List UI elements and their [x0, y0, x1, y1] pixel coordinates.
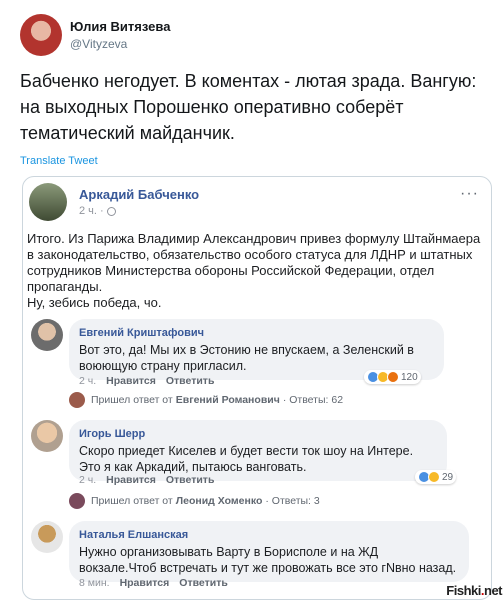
reactions-badge[interactable]: 120 — [364, 370, 421, 384]
comment-actions: 8 мин. Нравится Ответить — [79, 577, 228, 589]
translate-tweet-link[interactable]: Translate Tweet — [20, 155, 98, 167]
reply-button[interactable]: Ответить — [166, 375, 215, 387]
reply-count: · Ответы: 3 — [265, 495, 320, 507]
comment-actions: 2 ч. Нравится Ответить — [79, 474, 214, 486]
tweet-text: Бабченко негодует. В коментах - лютая зр… — [20, 71, 477, 143]
reactions-badge[interactable]: 29 — [415, 470, 457, 484]
fb-author-name[interactable]: Аркадий Бабченко — [79, 187, 199, 202]
fb-post-time-row: 2 ч. · — [79, 205, 199, 217]
comment-text: Нужно организовывать Варту в Борисполе и… — [79, 545, 457, 575]
haha-reaction-icon — [428, 471, 440, 483]
reactions-count: 120 — [401, 371, 418, 383]
comment-time[interactable]: 8 мин. — [79, 577, 110, 589]
reply-summary[interactable]: Пришел ответ от Евгений Романович · Отве… — [69, 392, 343, 408]
tweet-author-handle[interactable]: @Vityzeva — [70, 37, 170, 51]
reply-summary[interactable]: Пришел ответ от Леонид Хоменко · Ответы:… — [69, 493, 320, 509]
comment-time[interactable]: 2 ч. — [79, 375, 96, 387]
fb-author-avatar[interactable] — [29, 183, 67, 221]
reactions-count: 29 — [442, 471, 454, 483]
fb-post-text: Итого. Из Парижа Владимир Александрович … — [27, 231, 481, 310]
comment-bubble: Игорь Шерр Скоро приедет Киселев и будет… — [69, 420, 447, 481]
like-button[interactable]: Нравится — [120, 577, 170, 589]
watermark-left: Fishki — [446, 583, 481, 598]
reply-prefix: Пришел ответ от — [91, 394, 173, 406]
fb-post-header: Аркадий Бабченко 2 ч. · — [29, 183, 199, 221]
fishki-watermark: Fishki.net — [446, 583, 502, 598]
like-button[interactable]: Нравится — [106, 375, 156, 387]
commenter-name[interactable]: Игорь Шерр — [79, 426, 437, 442]
reply-author-avatar — [69, 392, 85, 408]
reply-author-name[interactable]: Евгений Романович — [176, 394, 280, 406]
commenter-avatar[interactable] — [31, 319, 63, 351]
commenter-name[interactable]: Евгений Криштафович — [79, 325, 434, 341]
like-button[interactable]: Нравится — [106, 474, 156, 486]
comment-text: Скоро приедет Киселев и будет вести ток … — [79, 444, 414, 474]
tweet-author-names: Юлия Витязева @Vityzeva — [70, 19, 170, 51]
reply-prefix: Пришел ответ от — [91, 495, 173, 507]
commenter-avatar[interactable] — [31, 521, 63, 553]
more-options-icon[interactable]: ··· — [460, 185, 479, 203]
comment-actions: 2 ч. Нравится Ответить — [79, 375, 214, 387]
reply-author-name[interactable]: Леонид Хоменко — [176, 495, 263, 507]
commenter-name[interactable]: Наталья Елшанская — [79, 527, 459, 543]
comment-bubble: Наталья Елшанская Нужно организовывать В… — [69, 521, 469, 582]
tweet-header: Юлия Витязева @Vityzeva — [20, 14, 170, 56]
comment-text: Вот это, да! Мы их в Эстонию не впускаем… — [79, 343, 414, 373]
fb-post-meta: Аркадий Бабченко 2 ч. · — [79, 187, 199, 217]
tweet-author-avatar[interactable] — [20, 14, 62, 56]
tweet-author-name[interactable]: Юлия Витязева — [70, 19, 170, 34]
embedded-facebook-post[interactable]: Аркадий Бабченко 2 ч. · ··· Итого. Из Па… — [22, 176, 492, 600]
commenter-avatar[interactable] — [31, 420, 63, 452]
reply-button[interactable]: Ответить — [179, 577, 228, 589]
comment-time[interactable]: 2 ч. — [79, 474, 96, 486]
watermark-right: net — [484, 583, 503, 598]
reply-count: · Ответы: 62 — [282, 394, 344, 406]
fb-post-time[interactable]: 2 ч. · — [79, 205, 104, 217]
reply-button[interactable]: Ответить — [166, 474, 215, 486]
angry-reaction-icon — [387, 371, 399, 383]
reply-author-avatar — [69, 493, 85, 509]
globe-icon — [106, 206, 116, 216]
